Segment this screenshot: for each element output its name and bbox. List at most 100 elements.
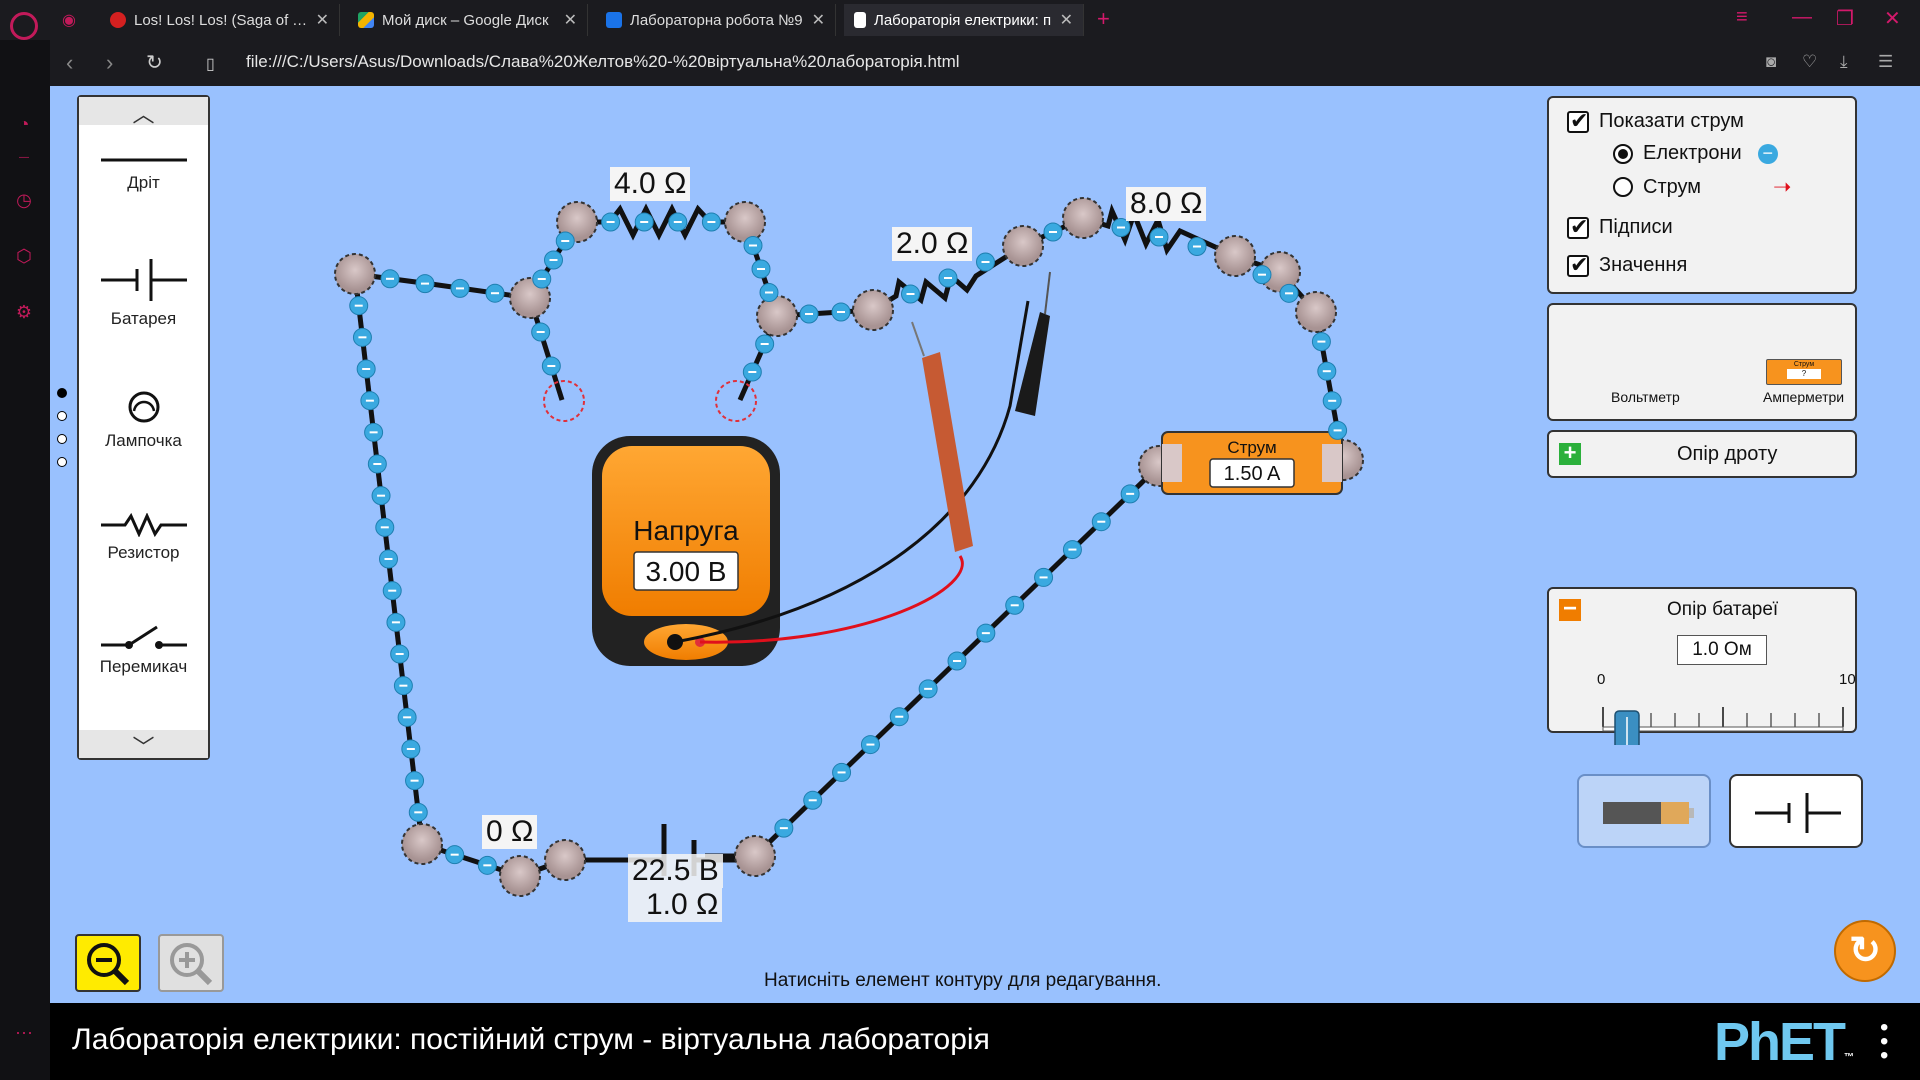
easy-setup-icon[interactable]: ☰ — [1878, 52, 1893, 72]
tab-label: Los! Los! Los! (Saga of Tany — [134, 11, 308, 29]
toolbox-switch-label: Перемикач — [99, 657, 188, 676]
forward-icon[interactable]: › — [106, 50, 113, 76]
page-dot[interactable] — [57, 457, 67, 467]
voltmeter[interactable]: Напруга 3.00 В — [592, 436, 780, 666]
new-tab-button[interactable]: + — [1097, 6, 1110, 32]
toolbox-bulb[interactable]: Лампочка — [79, 389, 208, 451]
more-icon[interactable]: ··· — [12, 1020, 36, 1044]
tab-4-active[interactable]: Лабораторія електрики: п ✕ — [844, 4, 1084, 36]
opera-logo-icon[interactable] — [10, 12, 38, 40]
hint-text: Натисніть елемент контуру для редагуванн… — [764, 970, 1162, 991]
speed-dial-icon[interactable]: ◔ — [12, 112, 36, 136]
battery-symbol-icon — [100, 259, 187, 301]
expand-plus-icon[interactable]: + — [1559, 442, 1581, 465]
values-label: Значення — [1599, 254, 1688, 276]
page-dot[interactable] — [57, 388, 67, 398]
vertex — [756, 295, 798, 337]
simulation-area[interactable]: Струм 1.50 A Напруга 3.00 В 4.0 Ω 2.0 Ω … — [50, 86, 1920, 1003]
close-icon[interactable]: ✕ — [812, 10, 825, 30]
file-icon — [854, 12, 866, 28]
vertex — [334, 253, 376, 295]
resistor-symbol-icon — [100, 513, 187, 537]
tab-1[interactable]: Los! Los! Los! (Saga of Tany ✕ — [100, 4, 340, 36]
page-dot[interactable] — [57, 411, 67, 421]
zoom-out-button[interactable] — [75, 934, 141, 992]
vertex — [724, 201, 766, 243]
options-menu-icon[interactable]: • • • — [1880, 1016, 1888, 1068]
sim-title: Лабораторія електрики: постійний струм -… — [72, 1023, 990, 1056]
schematic-battery-button[interactable] — [1729, 774, 1863, 848]
black-probe[interactable] — [1015, 312, 1050, 416]
tab-3[interactable]: Лабораторна робота №9 ✕ — [596, 4, 836, 36]
electrons — [349, 212, 1348, 875]
voltmeter-value: 3.00 В — [646, 556, 727, 587]
slider-thumb[interactable] — [1614, 710, 1640, 745]
wire-resistance-panel[interactable]: + Опір дроту — [1547, 430, 1857, 478]
open-vertex — [543, 380, 585, 422]
open-vertex — [715, 380, 757, 422]
battery-resistance-slider[interactable] — [1549, 685, 1859, 745]
conventional-current-radio[interactable]: Струм ➝ — [1613, 174, 1791, 200]
labels-label: Підписи — [1599, 216, 1673, 238]
tab-2[interactable]: Мой диск – Google Диск ✕ — [348, 4, 588, 36]
gamepad-icon[interactable]: ◉ — [62, 10, 76, 30]
extensions-icon[interactable]: ⬡ — [12, 244, 36, 268]
google-drive-icon — [358, 12, 374, 28]
wire-resistance-label: Опір дроту — [1677, 443, 1778, 465]
reset-button[interactable]: ↻ — [1834, 920, 1896, 982]
download-icon[interactable]: ⤓ — [1840, 52, 1848, 72]
vertex — [1002, 225, 1044, 267]
toolbox-up-button[interactable]: ︿ — [79, 97, 208, 127]
reset-icon: ↻ — [1849, 930, 1881, 972]
electrons-radio[interactable]: Електрони − — [1613, 142, 1778, 165]
vertices[interactable] — [334, 197, 1364, 897]
checkbox-checked-icon — [1567, 214, 1589, 240]
zoom-in-button[interactable] — [158, 934, 224, 992]
battery-voltage-label: 22.5 В — [628, 854, 723, 888]
page-dot[interactable] — [57, 434, 67, 444]
url-field[interactable]: file:///C:/Users/Asus/Downloads/Слава%20… — [246, 52, 960, 72]
ammeter-tool-title: Струм — [1793, 361, 1815, 368]
close-icon[interactable]: ✕ — [316, 10, 329, 30]
toolbox-battery-label: Батарея — [110, 309, 177, 328]
heart-icon[interactable]: ♡ — [1802, 52, 1817, 72]
vertex — [1062, 197, 1104, 239]
vertex — [852, 289, 894, 331]
settings-icon[interactable]: ⚙ — [12, 300, 36, 324]
zoom-in-icon — [170, 943, 213, 986]
toolbox-battery[interactable]: Батарея — [79, 257, 208, 329]
close-icon[interactable]: ✕ — [1060, 10, 1073, 30]
collapse-minus-icon[interactable]: − — [1559, 597, 1581, 621]
phet-trademark: ™ — [1844, 1052, 1854, 1063]
red-arrow-icon: ➝ — [1773, 174, 1792, 199]
battery-schematic-icon — [1755, 793, 1841, 833]
values-checkbox[interactable]: Значення — [1567, 252, 1688, 278]
history-icon[interactable]: ◷ — [12, 188, 36, 212]
snapshot-icon[interactable]: ◙ — [1766, 52, 1776, 72]
close-window-button[interactable]: ✕ — [1884, 6, 1901, 31]
toolbox-page-indicator[interactable] — [57, 388, 67, 480]
wire-resistance-label: 0 Ω — [482, 815, 538, 849]
radio-selected-icon — [1613, 143, 1633, 164]
reload-icon[interactable]: ↻ — [146, 50, 163, 75]
ammeter[interactable]: Струм 1.50 A — [1161, 431, 1343, 495]
phet-logo[interactable]: PhET™ — [1714, 1011, 1854, 1073]
labels-checkbox[interactable]: Підписи — [1567, 214, 1673, 240]
ammeter-tool-icon[interactable]: Струм ? — [1766, 359, 1842, 385]
sim-footer: Лабораторія електрики: постійний струм -… — [50, 1003, 1920, 1080]
minimize-button[interactable]: — — [1792, 6, 1812, 29]
realistic-battery-button[interactable] — [1577, 774, 1711, 848]
tab-menu-icon[interactable]: ≡ — [1736, 6, 1748, 29]
voltmeter-tool[interactable] — [1575, 325, 1665, 395]
show-current-checkbox[interactable]: Показати струм — [1567, 108, 1744, 134]
toolbox-down-button[interactable]: ﹀ — [79, 730, 208, 760]
red-probe[interactable] — [922, 352, 973, 552]
close-icon[interactable]: ✕ — [564, 10, 577, 30]
back-icon[interactable]: ‹ — [66, 50, 73, 76]
battery-resistance-label: 1.0 Ω — [628, 888, 723, 922]
toolbox-wire[interactable]: Дріт — [79, 153, 208, 193]
toolbox-switch[interactable]: Перемикач — [79, 621, 208, 677]
restore-button[interactable]: ❐ — [1836, 6, 1854, 31]
toolbox-resistor[interactable]: Резистор — [79, 513, 208, 563]
tab-label: Лабораторія електрики: п — [874, 11, 1052, 29]
